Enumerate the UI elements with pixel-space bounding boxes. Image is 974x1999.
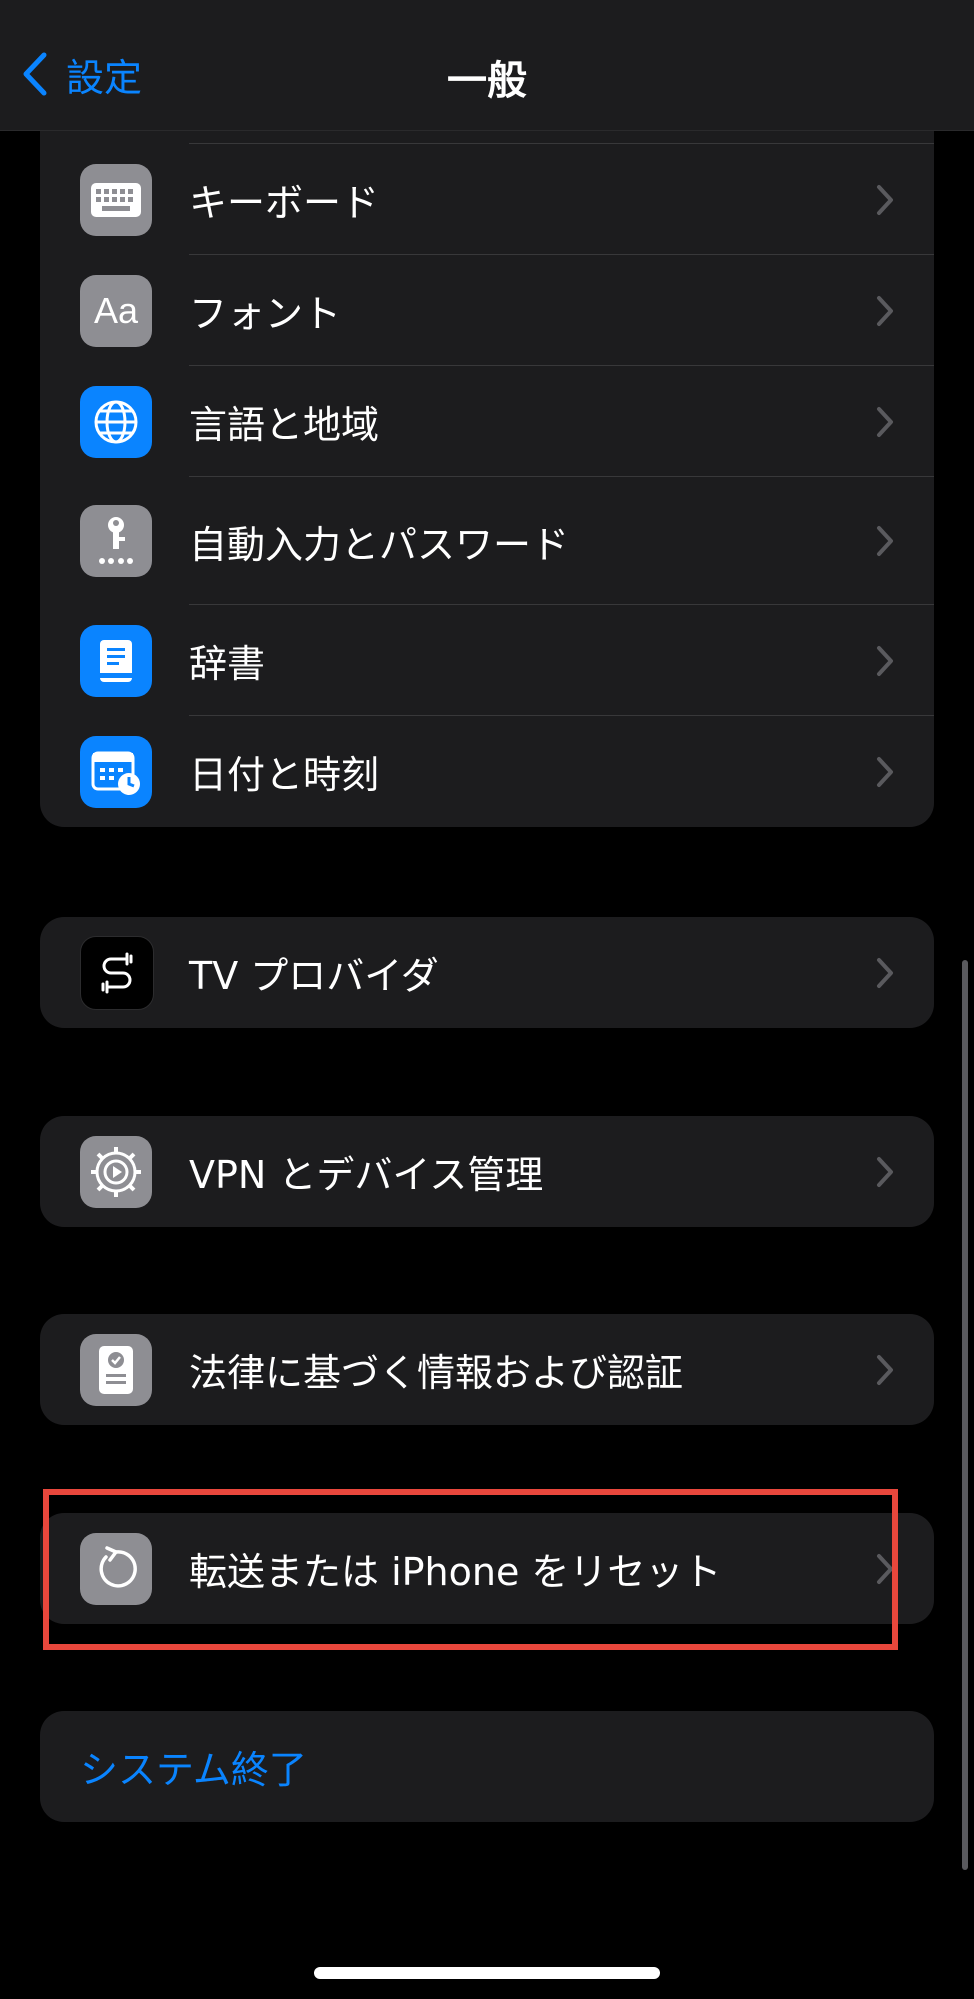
row-legal-regulatory[interactable]: 法律に基づく情報および認証 [40, 1314, 934, 1425]
chevron-right-icon [877, 1553, 893, 1584]
chevron-right-icon [877, 526, 893, 556]
settings-group-reset: 転送または iPhone をリセット [40, 1513, 934, 1624]
chevron-right-icon [877, 645, 893, 676]
chevron-right-icon [877, 295, 893, 326]
reset-icon [80, 1532, 152, 1605]
row-dictionary[interactable]: 辞書 [40, 605, 934, 716]
row-label: VPN とデバイス管理 [189, 1153, 544, 1197]
gear-icon [80, 1135, 152, 1208]
row-tv-provider[interactable]: TV プロバイダ [40, 917, 934, 1028]
row-vpn-device-management[interactable]: VPN とデバイス管理 [40, 1116, 934, 1227]
row-fonts[interactable]: Aa フォント [40, 255, 934, 366]
row-label: 日付と時刻 [189, 753, 380, 797]
tv-provider-icon [80, 935, 154, 1010]
row-shutdown[interactable]: システム終了 [40, 1711, 934, 1822]
chevron-right-icon [877, 756, 893, 787]
row-label: 自動入力とパスワード [189, 522, 570, 567]
settings-group-vpn: VPN とデバイス管理 [40, 1116, 934, 1227]
page-title: 一般 [447, 58, 527, 104]
scroll-indicator [962, 960, 968, 1870]
row-transfer-reset[interactable]: 転送または iPhone をリセット [40, 1513, 934, 1624]
shutdown-button-label: システム終了 [80, 1748, 307, 1792]
calendar-clock-icon [80, 735, 152, 808]
keyboard-icon [80, 163, 152, 236]
row-date-time[interactable]: 日付と時刻 [40, 716, 934, 827]
chevron-right-icon [877, 406, 893, 437]
settings-group-general: キーボード Aa フォント 言語と地域 自動入力とパスワード 辞書 日付と時刻 [40, 90, 934, 827]
chevron-right-icon [877, 184, 893, 215]
row-language-region[interactable]: 言語と地域 [40, 366, 934, 477]
globe-icon [80, 385, 152, 458]
row-autofill-passwords[interactable]: 自動入力とパスワード [40, 477, 934, 605]
certificate-icon [80, 1333, 152, 1406]
row-label: 辞書 [189, 642, 266, 686]
row-label: TV プロバイダ [189, 954, 439, 998]
row-label: 言語と地域 [189, 403, 380, 447]
row-label: キーボード [189, 181, 380, 225]
font-icon-text: Aa [93, 289, 139, 331]
book-icon [80, 624, 152, 697]
key-icon [80, 505, 152, 577]
row-label: 転送または iPhone をリセット [189, 1550, 722, 1594]
row-keyboard[interactable]: キーボード [40, 144, 934, 255]
chevron-right-icon [877, 1156, 893, 1187]
home-indicator[interactable] [314, 1967, 660, 1979]
chevron-right-icon [877, 957, 893, 988]
settings-group-tv-provider: TV プロバイダ [40, 917, 934, 1028]
row-label: 法律に基づく情報および認証 [189, 1351, 684, 1395]
settings-group-legal: 法律に基づく情報および認証 [40, 1314, 934, 1425]
font-aa-icon: Aa [80, 274, 152, 347]
settings-group-shutdown: システム終了 [40, 1711, 934, 1822]
navigation-bar: 設定 一般 [0, 0, 974, 131]
chevron-right-icon [877, 1354, 893, 1385]
row-label: フォント [189, 292, 342, 336]
